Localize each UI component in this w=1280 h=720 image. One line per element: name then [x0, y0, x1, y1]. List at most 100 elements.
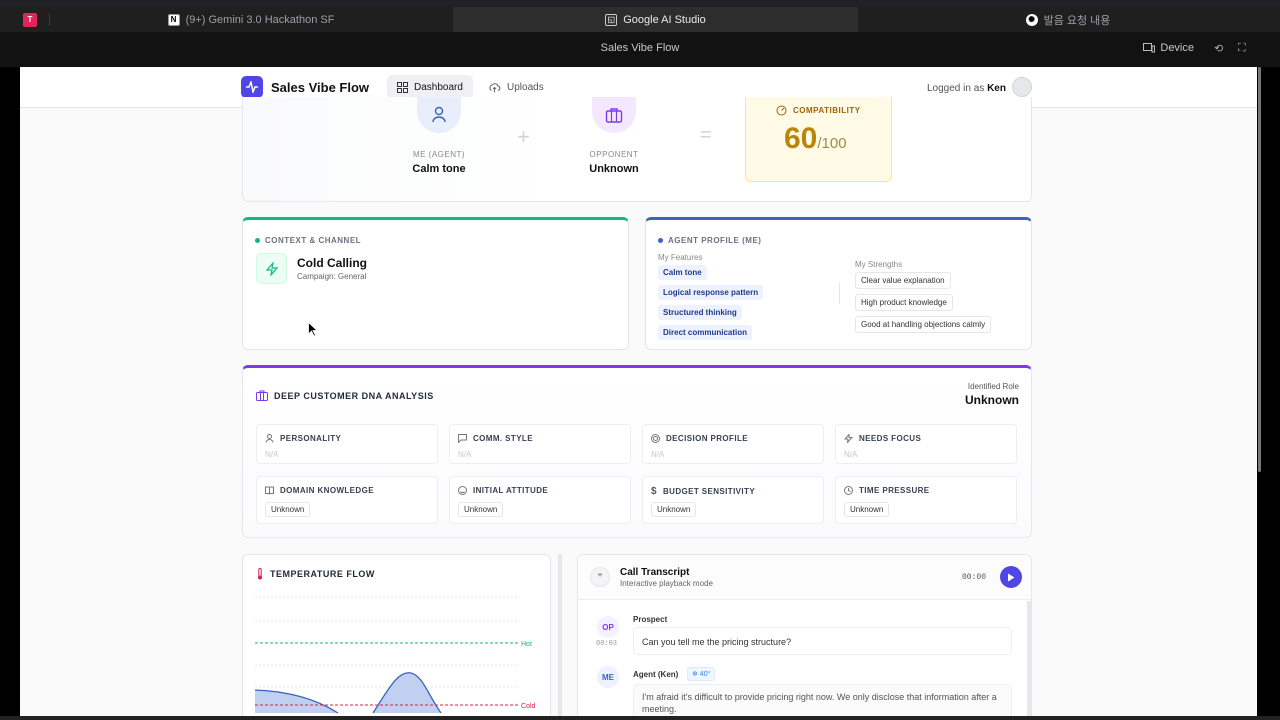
- window-bottom-edge: [0, 716, 1280, 720]
- role-label: Identified Role: [967, 382, 1019, 391]
- avatar[interactable]: [1012, 77, 1032, 97]
- tab-gemini-hackathon[interactable]: N (9+) Gemini 3.0 Hackathon SF: [50, 7, 452, 32]
- dna-comm-style: COMM. STYLE N/A: [449, 424, 631, 464]
- playback-time: 00:00: [962, 573, 987, 582]
- briefcase-icon: [605, 108, 623, 123]
- nav-uploads-label: Uploads: [507, 81, 544, 93]
- match-card: ME (AGENT) Calm tone + OPPONENT Unknown …: [242, 97, 1032, 202]
- compat-score-row: 60 /100: [784, 122, 847, 156]
- pinned-tab[interactable]: T: [22, 7, 44, 32]
- app-viewport: Sales Vibe Flow Dashboard Uploads Logged…: [20, 67, 1257, 717]
- ai-studio-icon: ◱: [605, 13, 618, 26]
- app-title-bar: Sales Vibe Flow Device ⟲ ⛶: [0, 32, 1280, 67]
- transcript-scrollbar[interactable]: [1027, 601, 1031, 717]
- dna-title-row: TIME PRESSURE: [844, 486, 930, 495]
- dna-label: BUDGET SENSITIVITY: [662, 487, 756, 496]
- feature-tag: Logical response pattern: [658, 285, 764, 300]
- temperature-chart: Hot Cold: [254, 596, 536, 714]
- nav-dashboard[interactable]: Dashboard: [387, 75, 473, 99]
- book-icon: [265, 486, 274, 495]
- strength-tag: Clear value explanation: [855, 272, 951, 289]
- fullscreen-icon[interactable]: ⛶: [1238, 42, 1246, 55]
- dna-time-pressure: TIME PRESSURE Unknown: [835, 476, 1017, 524]
- tab-label: 발음 요청 내용: [1043, 14, 1111, 27]
- page-scrollbar[interactable]: [1258, 67, 1261, 472]
- context-dot: [255, 238, 260, 243]
- chatgpt-icon: ✺: [1025, 13, 1038, 26]
- profile-divider: [839, 282, 840, 304]
- nav-uploads[interactable]: Uploads: [478, 75, 554, 99]
- agent-profile-dot: [658, 238, 663, 243]
- me-value: Calm tone: [412, 163, 466, 175]
- role-value: Unknown: [965, 393, 1019, 407]
- dna-initial-attitude: INITIAL ATTITUDE Unknown: [449, 476, 631, 524]
- dna-title-row: DECISION PROFILE: [651, 434, 748, 443]
- login-prefix: Logged in as: [927, 83, 985, 94]
- temperature-badge: ❄ 40°: [687, 667, 716, 681]
- strength-tag: High product knowledge: [855, 294, 953, 311]
- target-icon: [651, 434, 660, 443]
- message-bubble[interactable]: Can you tell me the pricing structure?: [633, 627, 1012, 655]
- login-user: Ken: [987, 83, 1006, 94]
- dna-label: DECISION PROFILE: [666, 434, 748, 443]
- transcript-card: ❞ Call Transcript Interactive playback m…: [577, 554, 1032, 717]
- compat-header: COMPATIBILITY: [776, 105, 861, 116]
- dna-decision-profile: DECISION PROFILE N/A: [642, 424, 824, 464]
- logo[interactable]: [241, 76, 263, 98]
- dna-title-row: NEEDS FOCUS: [844, 434, 921, 443]
- dna-needs-focus: NEEDS FOCUS N/A: [835, 424, 1017, 464]
- dna-label: PERSONALITY: [280, 434, 342, 443]
- tab-google-ai-studio[interactable]: ◱ Google AI Studio: [453, 7, 858, 32]
- transcript-subtitle: Interactive playback mode: [620, 579, 713, 588]
- agent-profile-card: AGENT PROFILE (ME) My Features Calm tone…: [645, 217, 1032, 350]
- briefcase-icon: [256, 390, 268, 401]
- chat-icon: [458, 434, 467, 443]
- dna-personality: PERSONALITY N/A: [256, 424, 438, 464]
- person-icon: [265, 434, 274, 443]
- refresh-icon[interactable]: ⟲: [1214, 42, 1223, 55]
- play-button[interactable]: [1000, 566, 1022, 588]
- dna-budget-sensitivity: $ BUDGET SENSITIVITY Unknown: [642, 476, 824, 524]
- speaker-name: Prospect: [633, 615, 668, 624]
- person-icon: [432, 106, 446, 123]
- compat-max: /100: [817, 135, 847, 152]
- campaign-name: Campaign: General: [297, 272, 367, 281]
- panel-resize-handle[interactable]: [558, 554, 562, 717]
- opponent-avatar: [592, 97, 636, 133]
- quote-icon: ❞: [590, 567, 610, 587]
- app-title: Sales Vibe Flow: [600, 42, 680, 54]
- brand-name[interactable]: Sales Vibe Flow: [271, 80, 369, 95]
- message-bubble[interactable]: I'm afraid it's difficult to provide pri…: [633, 684, 1012, 717]
- cold-label: Cold: [521, 703, 536, 710]
- dna-title: DEEP CUSTOMER DNA ANALYSIS: [274, 390, 434, 401]
- bolt-icon: [844, 434, 853, 443]
- compatibility-box: COMPATIBILITY 60 /100: [745, 97, 892, 182]
- dna-label: TIME PRESSURE: [859, 486, 930, 495]
- channel-icon-box: [256, 253, 287, 284]
- dna-header: DEEP CUSTOMER DNA ANALYSIS: [256, 390, 434, 401]
- dna-value: N/A: [651, 450, 665, 459]
- feature-tag: Structured thinking: [658, 305, 742, 320]
- transcript-title: Call Transcript: [620, 567, 690, 578]
- login-status: Logged in as Ken: [927, 83, 1006, 94]
- dna-label: COMM. STYLE: [473, 434, 533, 443]
- hot-label: Hot: [521, 641, 532, 648]
- prospect-avatar: OP: [597, 616, 619, 638]
- pinned-tab-icon: T: [23, 12, 37, 27]
- play-icon: [1008, 573, 1015, 581]
- message-timestamp[interactable]: 00:03: [596, 640, 617, 648]
- channel-name: Cold Calling: [297, 256, 367, 270]
- dna-value: Unknown: [265, 502, 311, 517]
- cloud-upload-icon: [489, 82, 501, 92]
- notion-icon: N: [167, 13, 180, 26]
- agent-avatar: ME: [597, 666, 619, 688]
- features-label: My Features: [658, 253, 703, 262]
- device-button[interactable]: Device: [1143, 42, 1194, 54]
- nav-dashboard-label: Dashboard: [414, 81, 463, 93]
- dna-label: DOMAIN KNOWLEDGE: [280, 486, 374, 495]
- dna-card: DEEP CUSTOMER DNA ANALYSIS Identified Ro…: [242, 365, 1032, 538]
- agent-avatar: [417, 97, 461, 133]
- tab-pronunciation[interactable]: ✺ 발음 요청 내용: [858, 7, 1278, 32]
- dna-label: INITIAL ATTITUDE: [473, 486, 549, 495]
- dna-domain-knowledge: DOMAIN KNOWLEDGE Unknown: [256, 476, 438, 524]
